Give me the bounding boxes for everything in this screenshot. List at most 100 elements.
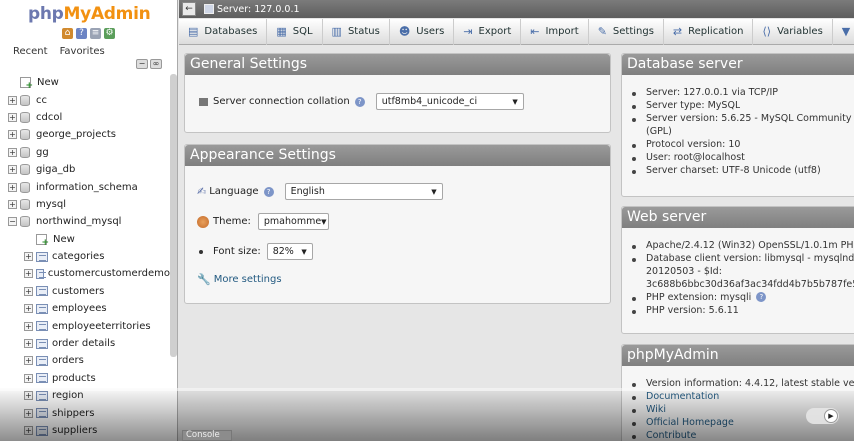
general-settings-title: General Settings — [185, 54, 610, 75]
theme-label: Theme: — [213, 216, 251, 227]
settings-icon: ✎ — [597, 25, 607, 38]
table-icon — [36, 321, 48, 332]
tab-status[interactable]: ▥ Status — [323, 18, 390, 45]
tree-table-item[interactable]: + employeeterritories — [0, 317, 170, 334]
logo-myadmin-text: MyAdmin — [63, 4, 151, 24]
expand-icon[interactable]: + — [8, 147, 17, 157]
tree-item-label: customers — [52, 285, 105, 297]
expand-icon[interactable]: + — [8, 199, 17, 209]
tree-table-item[interactable]: + orders — [0, 352, 170, 369]
info-text: (GPL) — [646, 126, 672, 137]
info-text: Database client version: libmysql - mysq… — [646, 253, 854, 264]
fontsize-select[interactable]: 82% ▼ — [266, 243, 313, 260]
expand-icon[interactable]: + — [8, 95, 17, 105]
tab-variables[interactable]: ⟨⟩ Variables — [753, 18, 833, 45]
bullet — [632, 144, 636, 148]
tab-sql[interactable]: ▦ SQL — [267, 18, 323, 45]
bullet — [632, 383, 636, 387]
phpmyadmin-logo[interactable]: phpMyAdmin — [28, 4, 151, 24]
database-server-title: Database server — [622, 54, 854, 75]
tree-database-item[interactable]: + mysql — [0, 196, 170, 213]
tab-databases[interactable]: ▤ Databases — [179, 18, 268, 45]
tree-table-item[interactable]: + customercustomerdemo — [0, 265, 170, 282]
tab-label: Import — [545, 26, 579, 37]
collapse-sidebar-icon[interactable]: ← — [182, 2, 196, 16]
info-text: Server version: 5.6.25 - MySQL Community… — [646, 113, 854, 124]
tree-database-item[interactable]: − northwind_mysql — [0, 213, 170, 230]
collapse-icon[interactable]: − — [8, 217, 17, 227]
tree-database-item[interactable]: + giga_db — [0, 161, 170, 178]
tree-database-item[interactable]: + george_projects — [0, 126, 170, 143]
tab-import[interactable]: ⇤ Import — [521, 18, 589, 45]
tab-label: Users — [416, 26, 445, 37]
tree-table-item[interactable]: + products — [0, 370, 170, 387]
more-settings-row: 🔧 More settings — [197, 273, 282, 286]
link-with-main-icon[interactable]: ∞ — [150, 59, 162, 69]
tree-new-item[interactable]: New — [0, 74, 170, 91]
settings-icon[interactable]: ⚙ — [104, 28, 115, 39]
collation-help-icon[interactable]: ? — [354, 96, 365, 107]
sidebar-scrollbar[interactable] — [170, 74, 177, 357]
sql-icon: ▦ — [276, 25, 287, 38]
help-icon[interactable]: ? — [76, 28, 87, 39]
tree-database-item[interactable]: + cdcol — [0, 109, 170, 126]
tab-export[interactable]: ⇥ Export — [454, 18, 522, 45]
expand-icon[interactable]: + — [24, 286, 33, 296]
home-icon[interactable]: ⌂ — [62, 28, 73, 39]
tree-database-item[interactable]: + information_schema — [0, 178, 170, 195]
tab-more[interactable]: ▼More — [833, 19, 854, 45]
breadcrumb-server[interactable]: Server: 127.0.0.1 — [204, 4, 300, 15]
language-help-icon[interactable]: ? — [263, 186, 274, 197]
expand-icon[interactable]: + — [24, 304, 33, 314]
expand-icon[interactable]: + — [8, 182, 17, 192]
top-menu: ▤ Databases ▦ SQL ▥ Status ☻ Users ⇥ Export ⇤ Impor… — [179, 18, 854, 45]
language-icon: ✍ — [197, 185, 207, 198]
video-progress-bar[interactable] — [0, 388, 854, 391]
collapse-all-icon[interactable]: − — [136, 59, 148, 69]
general-settings-panel: General Settings Server connection colla… — [184, 53, 611, 133]
collation-select[interactable]: utf8mb4_unicode_ci ▼ — [375, 93, 524, 110]
more-settings-link[interactable]: More settings — [214, 274, 282, 285]
php-extension-help-icon[interactable]: ? — [756, 292, 767, 302]
language-select[interactable]: English ▼ — [284, 183, 443, 200]
console-tab[interactable]: Console — [182, 430, 232, 441]
tree-item-label: employeeterritories — [52, 320, 151, 332]
expand-icon[interactable]: + — [24, 252, 33, 262]
info-text: 3c688b6bbc30d36af3ac34fdd4b7b5b787fe5555 — [646, 279, 854, 290]
replication-icon: ⇄ — [672, 25, 683, 38]
tab-favorites[interactable]: Favorites — [57, 44, 108, 59]
theme-select[interactable]: pmahomme ▼ — [257, 213, 329, 230]
tree-table-item[interactable]: + employees — [0, 300, 170, 317]
breadcrumb: ← Server: 127.0.0.1 — [179, 0, 854, 18]
tree-database-item[interactable]: + cc — [0, 91, 170, 108]
collation-icon — [199, 97, 208, 106]
docs-icon[interactable]: ≡ — [90, 28, 101, 39]
expand-icon[interactable]: + — [24, 373, 33, 383]
bullet — [632, 170, 636, 174]
tree-table-item[interactable]: + categories — [0, 248, 170, 265]
language-label: Language — [209, 186, 259, 197]
fontsize-bullet — [199, 249, 203, 254]
bullet — [632, 297, 636, 301]
tree-item-label: employees — [52, 303, 107, 315]
autoplay-toggle[interactable]: ▶ — [806, 408, 839, 424]
expand-icon[interactable]: + — [24, 321, 33, 331]
tree-table-item[interactable]: + customers — [0, 283, 170, 300]
tab-replication[interactable]: ⇄ Replication — [664, 18, 754, 45]
tab-recent[interactable]: Recent — [10, 44, 51, 59]
expand-icon[interactable]: + — [8, 165, 17, 175]
expand-icon[interactable]: + — [24, 269, 33, 279]
tab-users[interactable]: ☻ Users — [390, 18, 455, 45]
table-icon — [36, 303, 48, 314]
tree-new-item[interactable]: New — [0, 231, 170, 248]
navigation-sidebar: phpMyAdmin ⌂ ? ≡ ⚙ Recent Favorites − ∞ … — [0, 0, 178, 441]
expand-icon[interactable]: + — [8, 130, 17, 140]
tree-database-item[interactable]: + gg — [0, 144, 170, 161]
tree-table-item[interactable]: + order details — [0, 335, 170, 352]
tree-item-label: order details — [52, 338, 116, 350]
tab-settings[interactable]: ✎ Settings — [589, 18, 664, 45]
expand-icon[interactable]: + — [24, 339, 33, 349]
expand-icon[interactable]: + — [8, 112, 17, 122]
export-icon: ⇥ — [463, 25, 473, 38]
expand-icon[interactable]: + — [24, 356, 33, 366]
